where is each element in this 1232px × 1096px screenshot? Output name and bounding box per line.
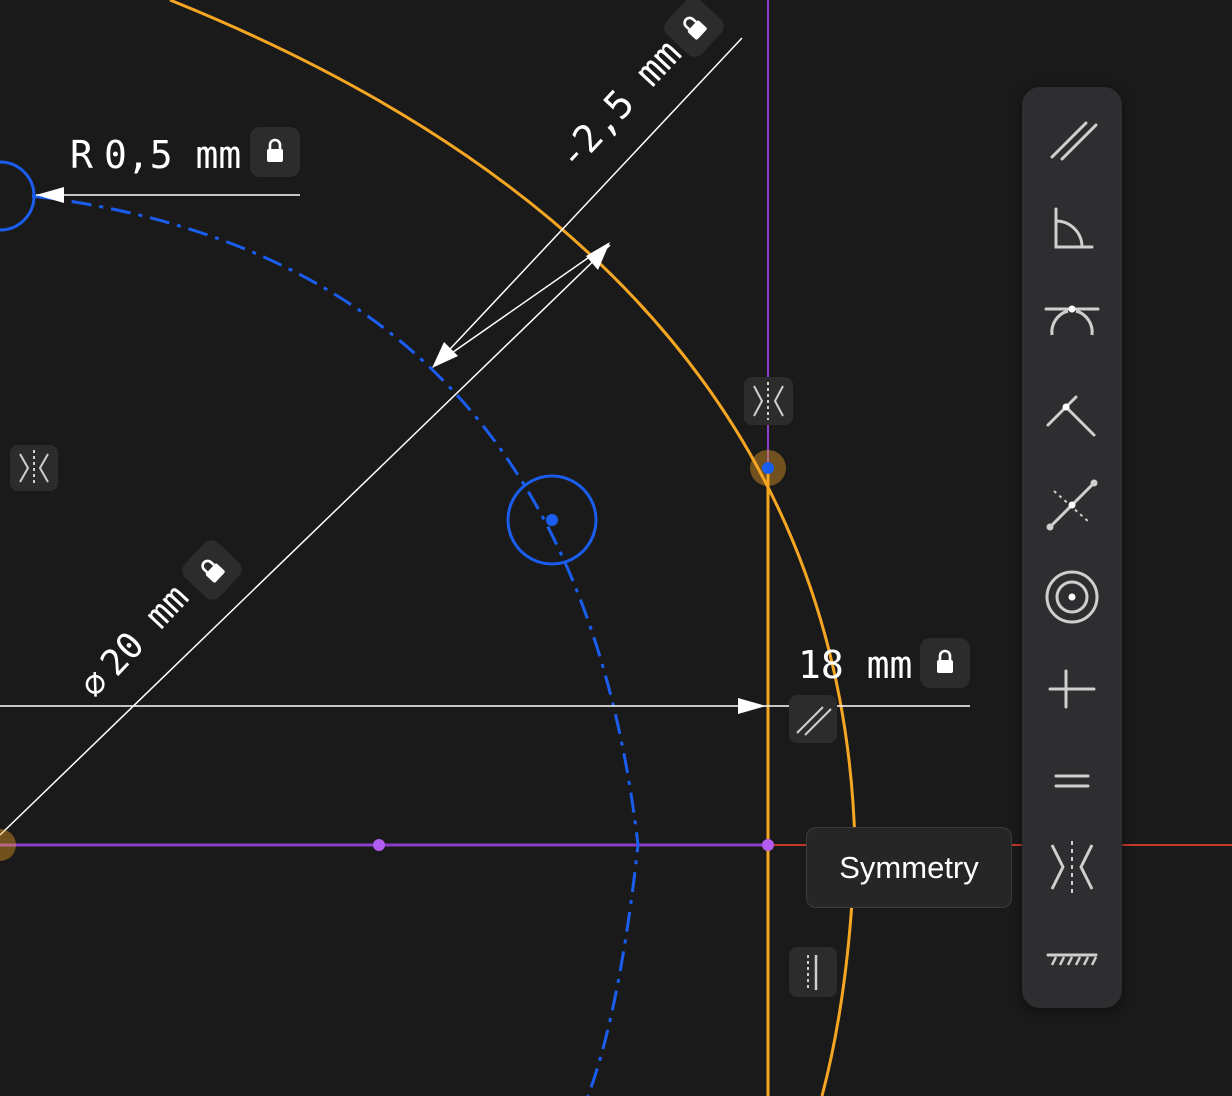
radius-value[interactable]: 0,5 mm	[104, 133, 241, 177]
origin-point-halo[interactable]	[0, 829, 16, 861]
tooltip-label: Symmetry	[839, 849, 979, 885]
radius-dimension[interactable]	[36, 187, 300, 203]
symmetry-constraint-marker-top[interactable]	[744, 377, 793, 425]
distance-lock-icon[interactable]	[920, 638, 970, 688]
symmetry-tooltip: Symmetry	[806, 827, 1012, 908]
parallel-constraint-marker[interactable]	[789, 695, 837, 743]
vertical-constraint-marker[interactable]	[789, 947, 837, 997]
fix-icon	[1046, 953, 1098, 966]
offset-dimension[interactable]	[432, 37, 743, 368]
parallel-tool-button[interactable]	[1032, 97, 1112, 177]
axis-endpoint[interactable]	[762, 839, 774, 851]
angle-tool-button[interactable]	[1032, 189, 1112, 269]
tangent-tool-button[interactable]	[1032, 281, 1112, 361]
equal-icon	[1054, 774, 1090, 788]
concentric-tool-button[interactable]	[1032, 557, 1112, 637]
diameter-dimension[interactable]	[0, 244, 611, 836]
midpoint-icon	[1046, 479, 1098, 531]
perpendicular-tool-button[interactable]	[1032, 373, 1112, 453]
angle-icon	[1054, 207, 1094, 249]
symmetry-constraint-marker-left[interactable]	[10, 445, 58, 491]
symmetry-tool-button[interactable]	[1032, 827, 1112, 907]
diameter-value[interactable]: 20 mm	[93, 577, 197, 684]
tangent-icon	[1044, 305, 1100, 336]
radius-prefix[interactable]: R	[70, 133, 93, 177]
small-circle-left[interactable]	[0, 160, 36, 232]
horizontal-vertical-tool-button[interactable]	[1032, 649, 1112, 729]
concentric-icon	[1045, 570, 1099, 624]
constraint-toolbar	[1022, 87, 1122, 1008]
symmetry-icon	[1050, 841, 1094, 893]
offset-value[interactable]: -2,5 mm	[548, 31, 689, 178]
parallel-icon	[1050, 121, 1098, 161]
radius-lock-icon[interactable]	[250, 127, 300, 177]
equal-tool-button[interactable]	[1032, 741, 1112, 821]
small-circle-center[interactable]	[546, 514, 558, 526]
fix-tool-button[interactable]	[1032, 921, 1112, 1001]
distance-value[interactable]: 18 mm	[798, 643, 912, 687]
axis-midpoint[interactable]	[373, 839, 385, 851]
perpendicular-icon	[1046, 395, 1096, 437]
diameter-lock-icon[interactable]	[178, 536, 246, 604]
horizontal-vertical-icon	[1048, 669, 1096, 709]
intersection-point[interactable]	[762, 462, 774, 474]
midpoint-tool-button[interactable]	[1032, 465, 1112, 545]
